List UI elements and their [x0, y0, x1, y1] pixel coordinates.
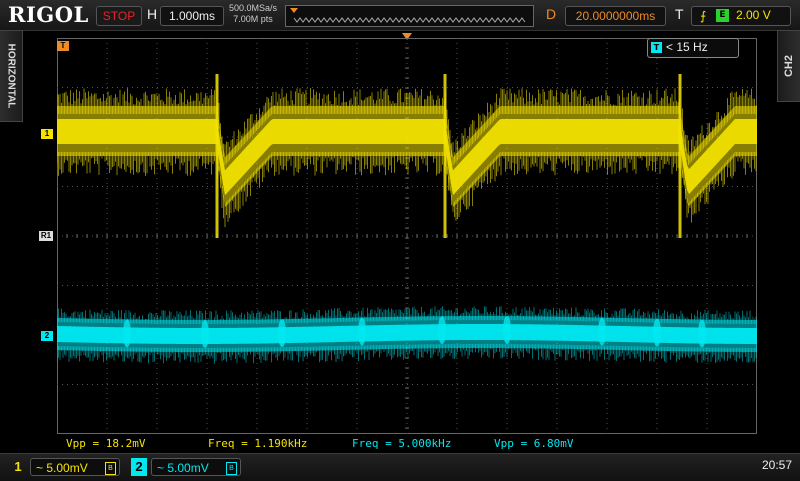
rigol-logo: RIGOL [8, 2, 89, 27]
ref1-marker[interactable]: R1 [39, 231, 53, 241]
sample-rate: 500.0MSa/s [228, 3, 278, 13]
trigger-label: T [675, 6, 684, 22]
measurement-ch1-vpp: Vpp = 18.2mV [66, 437, 146, 450]
ch2-tab-label: CH2 [783, 54, 795, 78]
delay-label: D [546, 6, 557, 22]
memory-overview-bar[interactable] [285, 5, 534, 27]
ch1-offset-marker[interactable]: 1 [41, 129, 53, 139]
ch1-scale: 5.00mV [46, 461, 88, 475]
trigger-settings[interactable]: ⨍ E 2.00 V [691, 6, 791, 26]
system-clock: 20:57 [761, 458, 792, 472]
horizontal-tab-label: HORIZONTAL [5, 43, 17, 109]
trigger-coupling-icon: E [716, 9, 729, 22]
rising-edge-icon: ⨍ [700, 9, 707, 23]
filter-icon: T [651, 42, 662, 53]
trigger-level-marker[interactable]: T [57, 41, 69, 51]
ch2-number[interactable]: 2 [131, 458, 147, 476]
measurement-ch2-freq: Freq = 5.000kHz [352, 437, 452, 450]
memory-depth: 7.00M pts [233, 14, 273, 24]
sample-info: 500.0MSa/s 7.00M pts [226, 3, 280, 25]
memory-waveform-icon [290, 8, 526, 23]
bandwidth-filter-indicator[interactable]: T < 15 Hz [647, 38, 739, 58]
measurement-ch2-vpp: Vpp = 6.80mV [494, 437, 574, 450]
delay-value[interactable]: 20.0000000ms [565, 6, 666, 26]
top-status-bar: RIGOL STOP H 1.000ms 500.0MSa/s 7.00M pt… [0, 0, 800, 31]
waveform-display[interactable] [57, 38, 757, 434]
filter-text: < 15 Hz [666, 40, 708, 54]
horizontal-label: H [147, 6, 158, 22]
run-stop-status[interactable]: STOP [96, 6, 142, 26]
ch2-menu-tab[interactable]: CH2 [777, 30, 800, 102]
ch2-bandwidth-icon: B [226, 462, 237, 475]
horizontal-menu-tab[interactable]: HORIZONTAL [0, 30, 23, 122]
ch1-scale-box[interactable]: ~ 5.00mV B [30, 458, 120, 476]
ch1-bandwidth-icon: B [105, 462, 116, 475]
channel-status-bar: 1 ~ 5.00mV B 2 ~ 5.00mV B 20:57 [0, 453, 800, 481]
timebase-value[interactable]: 1.000ms [160, 6, 224, 26]
ch2-scale: 5.00mV [167, 461, 209, 475]
trigger-level: 2.00 V [736, 8, 771, 22]
ch2-waveform [57, 306, 757, 364]
ch2-coupling: ~ [157, 461, 165, 475]
ch1-coupling: ~ [36, 461, 44, 475]
ch2-offset-marker[interactable]: 2 [41, 331, 53, 341]
measurement-ch1-freq: Freq = 1.190kHz [208, 437, 308, 450]
ch1-number[interactable]: 1 [10, 458, 26, 476]
waveform-canvas [57, 38, 757, 434]
ch2-scale-box[interactable]: ~ 5.00mV B [151, 458, 241, 476]
graticule-grid [57, 38, 757, 434]
